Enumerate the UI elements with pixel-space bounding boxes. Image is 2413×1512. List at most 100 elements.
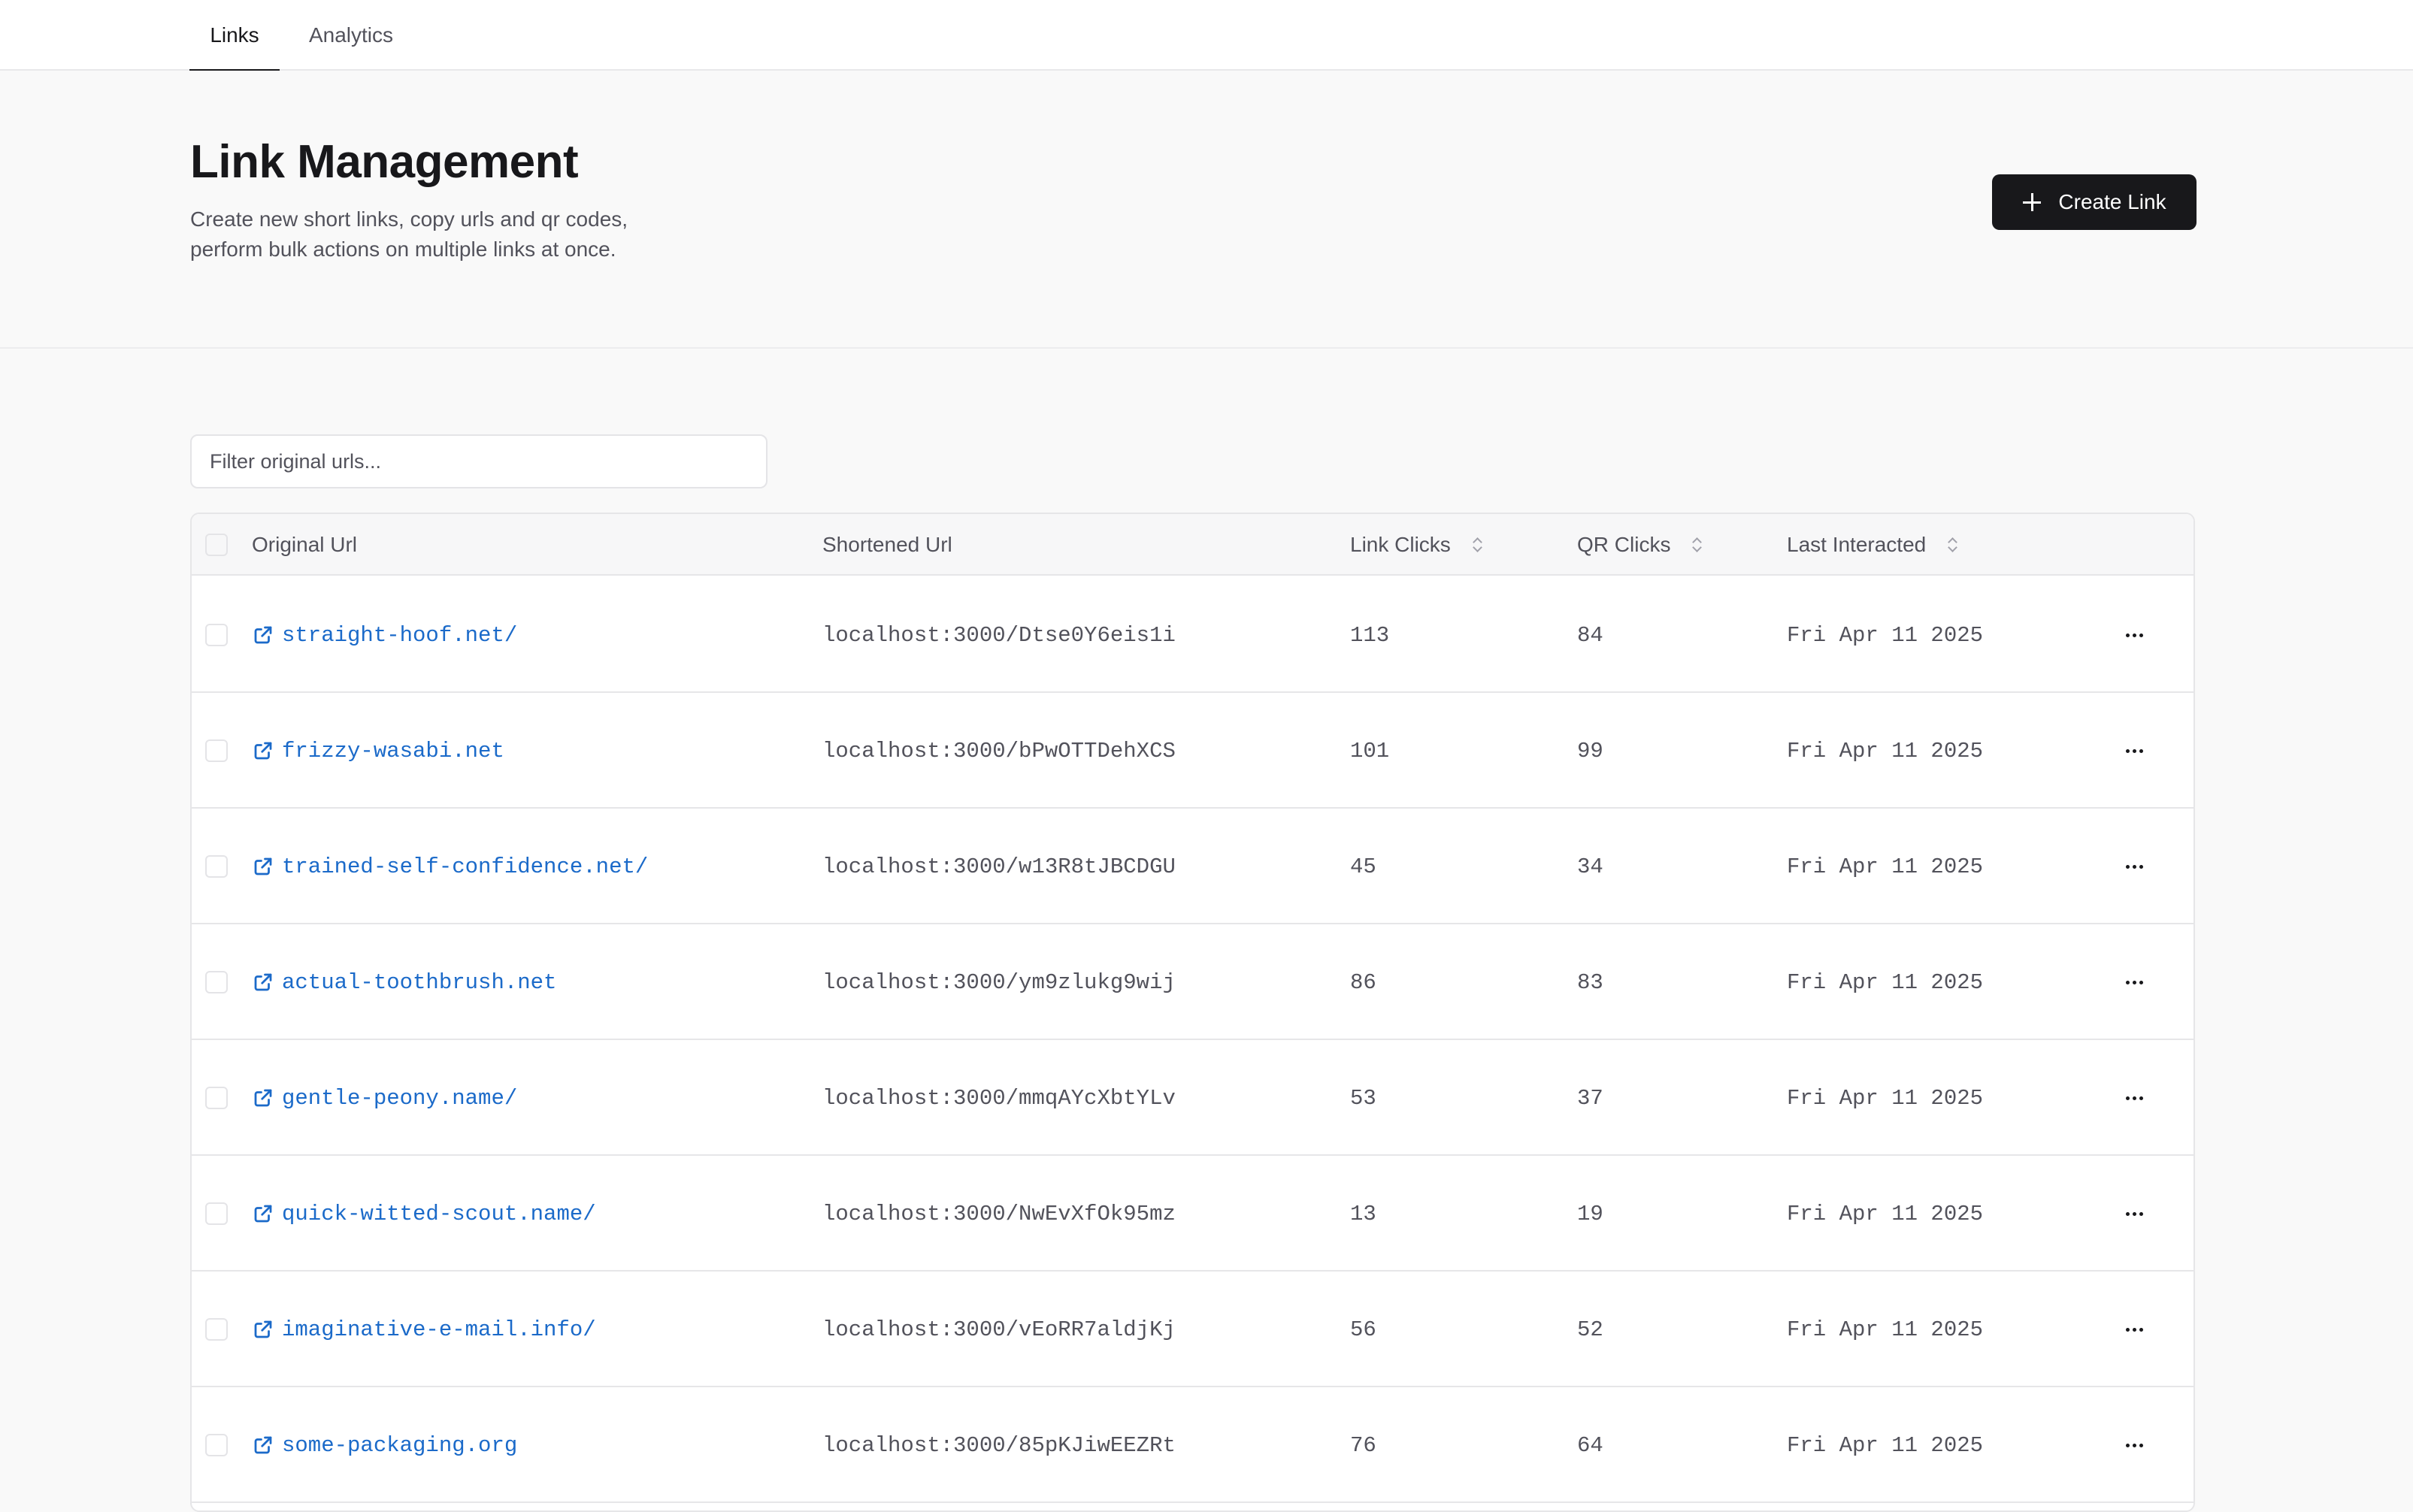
external-link-icon	[252, 971, 274, 993]
tab-links[interactable]: Links	[189, 0, 280, 72]
column-header-shortened-url: Shortened Url	[822, 533, 952, 556]
page-header: Link Management Create new short links, …	[0, 71, 2413, 349]
column-header-link-clicks-label: Link Clicks	[1350, 533, 1451, 556]
original-url-text: frizzy-wasabi.net	[282, 738, 504, 764]
last-interacted-value: Fri Apr 11 2025	[1787, 622, 1984, 648]
table-row: frizzy-wasabi.net localhost:3000/bPwOTTDe…	[192, 693, 2193, 809]
sort-arrows-icon[interactable]	[1947, 537, 1957, 553]
column-header-last-interacted[interactable]: Last Interacted	[1787, 514, 1957, 576]
external-link-icon	[252, 1434, 274, 1456]
original-url-text: imaginative-e-mail.info/	[282, 1317, 596, 1342]
original-url-text: straight-hoof.net/	[282, 622, 518, 648]
link-clicks-value: 86	[1350, 969, 1376, 995]
create-link-button[interactable]: Create Link	[1992, 174, 2197, 230]
row-checkbox[interactable]	[205, 971, 228, 993]
page-title: Link Management	[190, 136, 579, 188]
plus-icon	[2022, 192, 2042, 212]
shortened-url: localhost:3000/Dtse0Y6eis1i	[822, 622, 1176, 648]
page-description-line-2: perform bulk actions on multiple links a…	[190, 237, 616, 261]
links-table: Original Url Shortened Url Link Clicks Q…	[190, 513, 2195, 1512]
sort-arrows-icon[interactable]	[1472, 537, 1482, 553]
original-url-text: actual-toothbrush.net	[282, 969, 557, 995]
table-row: imaginative-e-mail.info/localhost:3000/v…	[192, 1272, 2193, 1387]
create-link-label: Create Link	[2058, 190, 2166, 213]
more-horizontal-icon[interactable]	[2119, 739, 2149, 762]
shortened-url: localhost:3000/85pKJiwEEZRt	[822, 1432, 1176, 1458]
last-interacted-value: Fri Apr 11 2025	[1787, 738, 1984, 764]
column-header-link-clicks[interactable]: Link Clicks	[1350, 514, 1482, 576]
more-horizontal-icon[interactable]	[2119, 971, 2149, 993]
link-clicks-value: 45	[1350, 854, 1376, 879]
external-link-icon	[252, 1318, 274, 1341]
more-horizontal-icon[interactable]	[2119, 624, 2149, 646]
external-link-icon	[252, 624, 274, 646]
more-horizontal-icon[interactable]	[2119, 1202, 2149, 1225]
qr-clicks-value: 34	[1577, 854, 1603, 879]
last-interacted-value: Fri Apr 11 2025	[1787, 1317, 1984, 1342]
original-url-link[interactable]: actual-toothbrush.net	[252, 924, 556, 1040]
shortened-url: localhost:3000/NwEvXfOk95mz	[822, 1201, 1176, 1226]
original-url-link[interactable]: straight-hoof.net/	[252, 577, 517, 693]
page-description: Create new short links, copy urls and qr…	[190, 204, 716, 265]
shortened-url: localhost:3000/ym9zlukg9wij	[822, 969, 1176, 995]
table-header: Original Url Shortened Url Link Clicks Q…	[192, 514, 2193, 576]
last-interacted-value: Fri Apr 11 2025	[1787, 854, 1984, 879]
original-url-text: gentle-peony.name/	[282, 1085, 518, 1111]
link-clicks-value: 53	[1350, 1085, 1376, 1111]
more-horizontal-icon[interactable]	[2119, 1318, 2149, 1341]
qr-clicks-value: 84	[1577, 622, 1603, 648]
shortened-url: localhost:3000/w13R8tJBCDGU	[822, 854, 1176, 879]
qr-clicks-value: 64	[1577, 1432, 1603, 1458]
last-interacted-value: Fri Apr 11 2025	[1787, 1085, 1984, 1111]
external-link-icon	[252, 1087, 274, 1109]
shortened-url: localhost:3000/mmqAYcXbtYLv	[822, 1085, 1176, 1111]
row-checkbox[interactable]	[205, 855, 228, 878]
table-row: actual-toothbrush.net localhost:3000/ym9z…	[192, 924, 2193, 1040]
original-url-text: trained-self-confidence.net/	[282, 854, 649, 879]
original-url-link[interactable]: some-packaging.org	[252, 1387, 517, 1503]
original-url-link[interactable]: quick-witted-scout.name/	[252, 1156, 596, 1272]
filter-urls-input[interactable]	[190, 434, 767, 488]
last-interacted-value: Fri Apr 11 2025	[1787, 1432, 1984, 1458]
original-url-link[interactable]: gentle-peony.name/	[252, 1040, 517, 1156]
page-description-line-1: Create new short links, copy urls and qr…	[190, 207, 628, 231]
row-checkbox[interactable]	[205, 1434, 228, 1456]
more-horizontal-icon[interactable]	[2119, 1087, 2149, 1109]
original-url-text: some-packaging.org	[282, 1432, 518, 1458]
table-row: straight-hoof.net/localhost:3000/Dtse0Y6…	[192, 577, 2193, 693]
qr-clicks-value: 52	[1577, 1317, 1603, 1342]
shortened-url: localhost:3000/bPwOTTDehXCS	[822, 738, 1176, 764]
row-checkbox[interactable]	[205, 1202, 228, 1225]
external-link-icon	[252, 855, 274, 878]
sort-arrows-icon[interactable]	[1691, 537, 1702, 553]
row-checkbox[interactable]	[205, 624, 228, 646]
tab-analytics[interactable]: Analytics	[298, 0, 404, 71]
qr-clicks-value: 19	[1577, 1201, 1603, 1226]
link-clicks-value: 56	[1350, 1317, 1376, 1342]
table-row: some-packaging.org localhost:3000/85pKJiw…	[192, 1387, 2193, 1503]
original-url-link[interactable]: imaginative-e-mail.info/	[252, 1272, 596, 1387]
column-header-qr-clicks[interactable]: QR Clicks	[1577, 514, 1702, 576]
qr-clicks-value: 83	[1577, 969, 1603, 995]
more-horizontal-icon[interactable]	[2119, 1434, 2149, 1456]
more-horizontal-icon[interactable]	[2119, 855, 2149, 878]
table-row: trained-self-confidence.net/localhost:30…	[192, 809, 2193, 924]
select-all-checkbox[interactable]	[205, 534, 228, 556]
link-clicks-value: 76	[1350, 1432, 1376, 1458]
last-interacted-value: Fri Apr 11 2025	[1787, 969, 1984, 995]
external-link-icon	[252, 739, 274, 762]
column-header-qr-clicks-label: QR Clicks	[1577, 533, 1671, 556]
table-row: quick-witted-scout.name/localhost:3000/N…	[192, 1156, 2193, 1272]
row-checkbox[interactable]	[205, 739, 228, 762]
last-interacted-value: Fri Apr 11 2025	[1787, 1201, 1984, 1226]
column-header-last-interacted-label: Last Interacted	[1787, 533, 1927, 556]
original-url-link[interactable]: trained-self-confidence.net/	[252, 809, 648, 924]
row-checkbox[interactable]	[205, 1318, 228, 1341]
original-url-text: quick-witted-scout.name/	[282, 1201, 596, 1226]
link-clicks-value: 101	[1350, 738, 1390, 764]
original-url-link[interactable]: frizzy-wasabi.net	[252, 693, 504, 809]
qr-clicks-value: 37	[1577, 1085, 1603, 1111]
qr-clicks-value: 99	[1577, 738, 1603, 764]
top-nav: Links Analytics	[0, 0, 2413, 72]
row-checkbox[interactable]	[205, 1087, 228, 1109]
